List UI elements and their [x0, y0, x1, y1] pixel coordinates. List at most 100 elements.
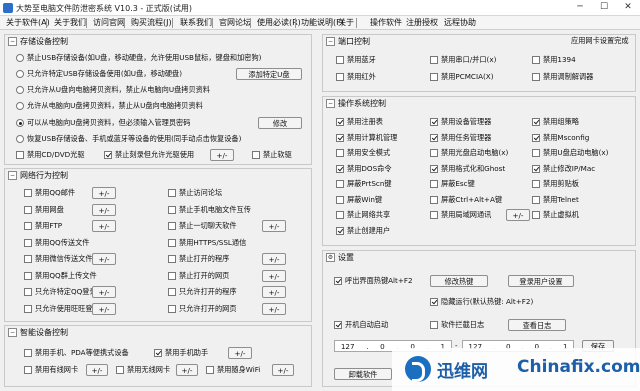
- network-left-option[interactable]: 禁用网盘: [24, 205, 64, 215]
- port-option[interactable]: 禁用1394: [532, 55, 576, 65]
- network-left-plus-minus-button[interactable]: +/-: [92, 302, 116, 315]
- network-right-option[interactable]: 禁止访问论坛: [168, 188, 222, 198]
- checkbox-checked[interactable]: [430, 118, 438, 126]
- network-left-plus-minus-button[interactable]: +/-: [92, 203, 116, 216]
- checkbox[interactable]: [168, 271, 176, 280]
- wireless-nic-plus-minus-button[interactable]: +/-: [176, 364, 198, 376]
- checkbox[interactable]: [24, 288, 32, 296]
- port-option[interactable]: 禁用蓝牙: [336, 55, 376, 65]
- os-option[interactable]: 禁用计算机管理: [336, 133, 397, 143]
- network-left-option[interactable]: 禁用FTP: [24, 221, 62, 231]
- checkbox[interactable]: [336, 149, 344, 157]
- checkbox[interactable]: [24, 349, 32, 357]
- network-left-option[interactable]: 只允许特定QQ登录: [24, 287, 97, 297]
- menu-purchase[interactable]: 购买流程(J): [129, 17, 174, 29]
- radio[interactable]: [16, 102, 24, 110]
- checkbox-checked[interactable]: [154, 349, 162, 357]
- checkbox[interactable]: [336, 211, 344, 219]
- wired-nic-plus-minus-button[interactable]: +/-: [86, 364, 108, 376]
- login-user-settings-button[interactable]: 登录用户设置: [508, 275, 574, 287]
- radio-selected[interactable]: [16, 119, 24, 127]
- checkbox[interactable]: [24, 238, 32, 247]
- checkbox[interactable]: [24, 304, 32, 313]
- disable-wired-nic[interactable]: 禁用有线网卡: [24, 365, 78, 375]
- collapse-icon[interactable]: −: [326, 37, 335, 46]
- os-option[interactable]: 禁用U盘启动电脑(x): [532, 148, 608, 158]
- checkbox-checked[interactable]: [532, 133, 540, 142]
- network-right-option[interactable]: 只允许打开的程序: [168, 287, 237, 297]
- radio[interactable]: [16, 135, 24, 143]
- view-log-button[interactable]: 查看日志: [508, 319, 566, 331]
- radio[interactable]: [16, 54, 24, 62]
- os-option[interactable]: 禁用Telnet: [532, 195, 579, 205]
- port-option[interactable]: 禁用PCMCIA(X): [430, 72, 494, 82]
- phone-assistant-plus-minus-button[interactable]: +/-: [228, 347, 252, 359]
- network-left-option[interactable]: 禁用微信传送文件: [24, 254, 93, 264]
- menu-about-software[interactable]: 关于软件(A): [4, 17, 52, 29]
- close-icon[interactable]: ✕: [616, 0, 640, 15]
- port-option[interactable]: 禁用串口/并口(x): [430, 55, 496, 65]
- os-option[interactable]: 禁止网络共享: [336, 210, 390, 220]
- checkbox[interactable]: [24, 271, 32, 280]
- os-option[interactable]: 屏蔽Ctrl+Alt+A键: [430, 195, 502, 205]
- network-left-option[interactable]: 只允许使用旺旺登录: [24, 304, 100, 314]
- checkbox[interactable]: [430, 149, 438, 157]
- checkbox[interactable]: [24, 366, 32, 374]
- os-option[interactable]: 屏蔽Esc键: [430, 179, 475, 189]
- checkbox[interactable]: [532, 180, 540, 188]
- checkbox-checked[interactable]: [532, 164, 540, 173]
- collapse-icon[interactable]: −: [326, 99, 335, 108]
- checkbox[interactable]: [206, 366, 214, 374]
- os-option[interactable]: 禁用设备管理器: [430, 117, 491, 127]
- os-option[interactable]: 禁止创建用户: [336, 226, 390, 236]
- checkbox[interactable]: [532, 149, 540, 157]
- os-option[interactable]: 禁用Msconfig: [532, 133, 589, 143]
- storage-option-4[interactable]: 允许从电脑向U盘拷贝资料，禁止从U盘向电脑拷贝资料: [16, 101, 203, 111]
- block-log-option[interactable]: 软件拦截日志: [430, 320, 484, 330]
- checkbox[interactable]: [168, 222, 176, 230]
- checkbox-checked[interactable]: [334, 277, 342, 285]
- uninstall-button[interactable]: 卸载软件: [334, 368, 392, 380]
- disable-phone-assistant[interactable]: 禁用手机助手: [154, 348, 208, 358]
- os-option[interactable]: 禁止虚拟机: [532, 210, 579, 220]
- storage-option-1[interactable]: 禁止USB存储设备(如U盘，移动硬盘，允许使用USB鼠标，键盘和加密狗): [16, 53, 261, 63]
- checkbox-checked[interactable]: [430, 164, 438, 173]
- network-right-plus-minus-button[interactable]: +/-: [262, 253, 286, 265]
- portable-wifi-plus-minus-button[interactable]: +/-: [272, 364, 294, 376]
- network-left-option[interactable]: 禁用QQ传送文件: [24, 238, 89, 248]
- checkbox-checked[interactable]: [430, 298, 438, 306]
- checkbox-checked[interactable]: [430, 133, 438, 142]
- checkbox[interactable]: [24, 222, 32, 230]
- hotkey-option[interactable]: 呼出界面热键Alt+F2: [334, 276, 413, 286]
- collapse-icon[interactable]: −: [8, 37, 17, 46]
- os-option[interactable]: 屏蔽Win键: [336, 195, 382, 205]
- checkbox[interactable]: [168, 238, 176, 247]
- os-option[interactable]: 禁用DOS命令: [336, 164, 392, 174]
- checkbox[interactable]: [430, 56, 438, 64]
- menu-visit-site[interactable]: 访问官网: [91, 17, 127, 29]
- checkbox[interactable]: [168, 255, 176, 263]
- network-right-option[interactable]: 禁止打开的网页: [168, 271, 229, 281]
- port-option[interactable]: 禁用红外: [336, 72, 376, 82]
- storage-option-2[interactable]: 只允许特定USB存储设备使用(如U盘，移动硬盘): [16, 69, 182, 79]
- network-right-option[interactable]: 禁止一切聊天软件: [168, 221, 237, 231]
- os-option[interactable]: 禁用组策略: [532, 117, 579, 127]
- os-option[interactable]: 禁用局域网通讯: [430, 210, 491, 220]
- checkbox[interactable]: [532, 73, 540, 81]
- os-option[interactable]: 禁用注册表: [336, 117, 383, 127]
- checkbox-checked[interactable]: [334, 321, 342, 329]
- hidden-run-option[interactable]: 隐藏运行(默认热键: Alt+F2): [430, 297, 533, 307]
- menu-about-us[interactable]: 关于我们: [52, 17, 88, 29]
- minimize-icon[interactable]: ─: [568, 0, 592, 15]
- collapse-icon[interactable]: −: [8, 171, 17, 180]
- network-left-option[interactable]: 禁用QQ群上传文件: [24, 271, 97, 281]
- checkbox[interactable]: [24, 205, 32, 214]
- checkbox-checked[interactable]: [104, 151, 112, 159]
- checkbox-checked[interactable]: [336, 133, 344, 142]
- checkbox[interactable]: [430, 321, 438, 329]
- checkbox[interactable]: [336, 180, 344, 188]
- checkbox[interactable]: [336, 56, 344, 64]
- network-right-option[interactable]: 禁止打开的程序: [168, 254, 229, 264]
- checkbox[interactable]: [168, 205, 176, 214]
- disable-portable-wifi[interactable]: 禁用随身WiFi: [206, 365, 260, 375]
